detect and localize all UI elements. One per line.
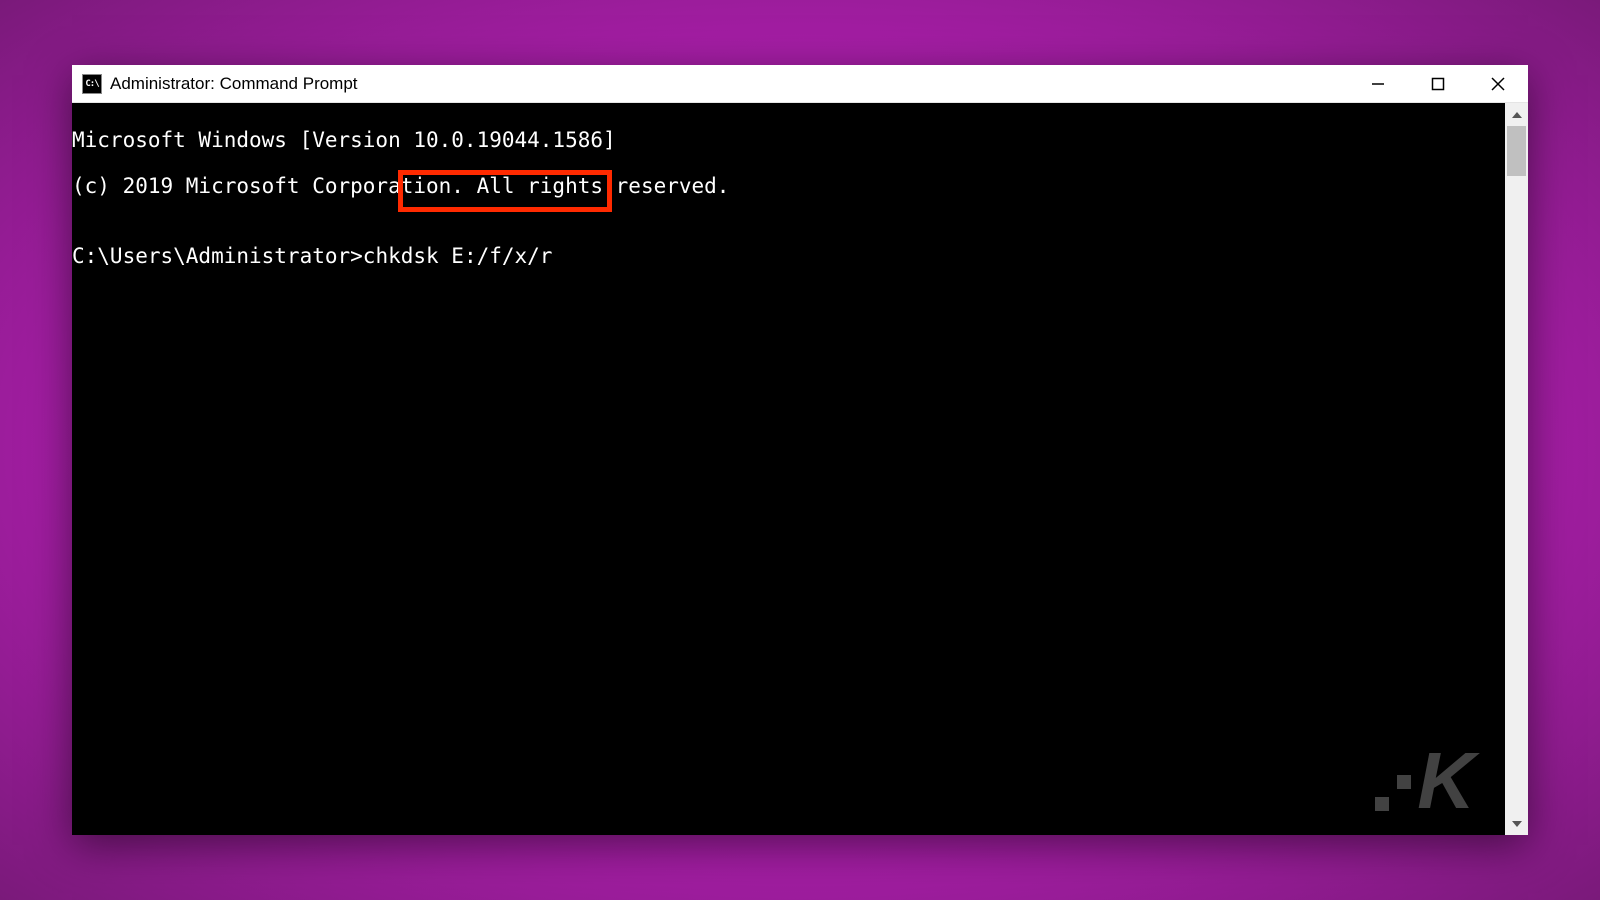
minimize-button[interactable] [1348, 65, 1408, 102]
scroll-up-button[interactable] [1505, 103, 1528, 126]
scroll-track[interactable] [1505, 126, 1528, 812]
terminal-line-prompt: C:\Users\Administrator>chkdsk E:/f/x/r [72, 245, 1505, 268]
titlebar[interactable]: C:\ Administrator: Command Prompt [72, 65, 1528, 103]
cmd-icon: C:\ [82, 74, 102, 94]
close-icon [1490, 76, 1506, 92]
scroll-down-button[interactable] [1505, 812, 1528, 835]
watermark-dots-icon [1375, 775, 1411, 811]
window-title: Administrator: Command Prompt [110, 74, 1348, 94]
scroll-thumb[interactable] [1507, 126, 1526, 176]
chevron-up-icon [1512, 112, 1522, 118]
terminal[interactable]: Microsoft Windows [Version 10.0.19044.15… [72, 103, 1505, 835]
command-prompt-window: C:\ Administrator: Command Prompt Micros… [72, 65, 1528, 835]
minimize-icon [1371, 77, 1385, 91]
terminal-command: chkdsk E:/f/x/r [363, 244, 553, 268]
terminal-wrapper: Microsoft Windows [Version 10.0.19044.15… [72, 103, 1528, 835]
maximize-icon [1431, 77, 1445, 91]
watermark: K [1375, 737, 1475, 825]
close-button[interactable] [1468, 65, 1528, 102]
terminal-prompt: C:\Users\Administrator> [72, 244, 363, 268]
terminal-line-copyright: (c) 2019 Microsoft Corporation. All righ… [72, 175, 1505, 198]
maximize-button[interactable] [1408, 65, 1468, 102]
terminal-line-version: Microsoft Windows [Version 10.0.19044.15… [72, 129, 1505, 152]
window-controls [1348, 65, 1528, 102]
watermark-letter: K [1417, 737, 1475, 825]
vertical-scrollbar[interactable] [1505, 103, 1528, 835]
chevron-down-icon [1512, 821, 1522, 827]
